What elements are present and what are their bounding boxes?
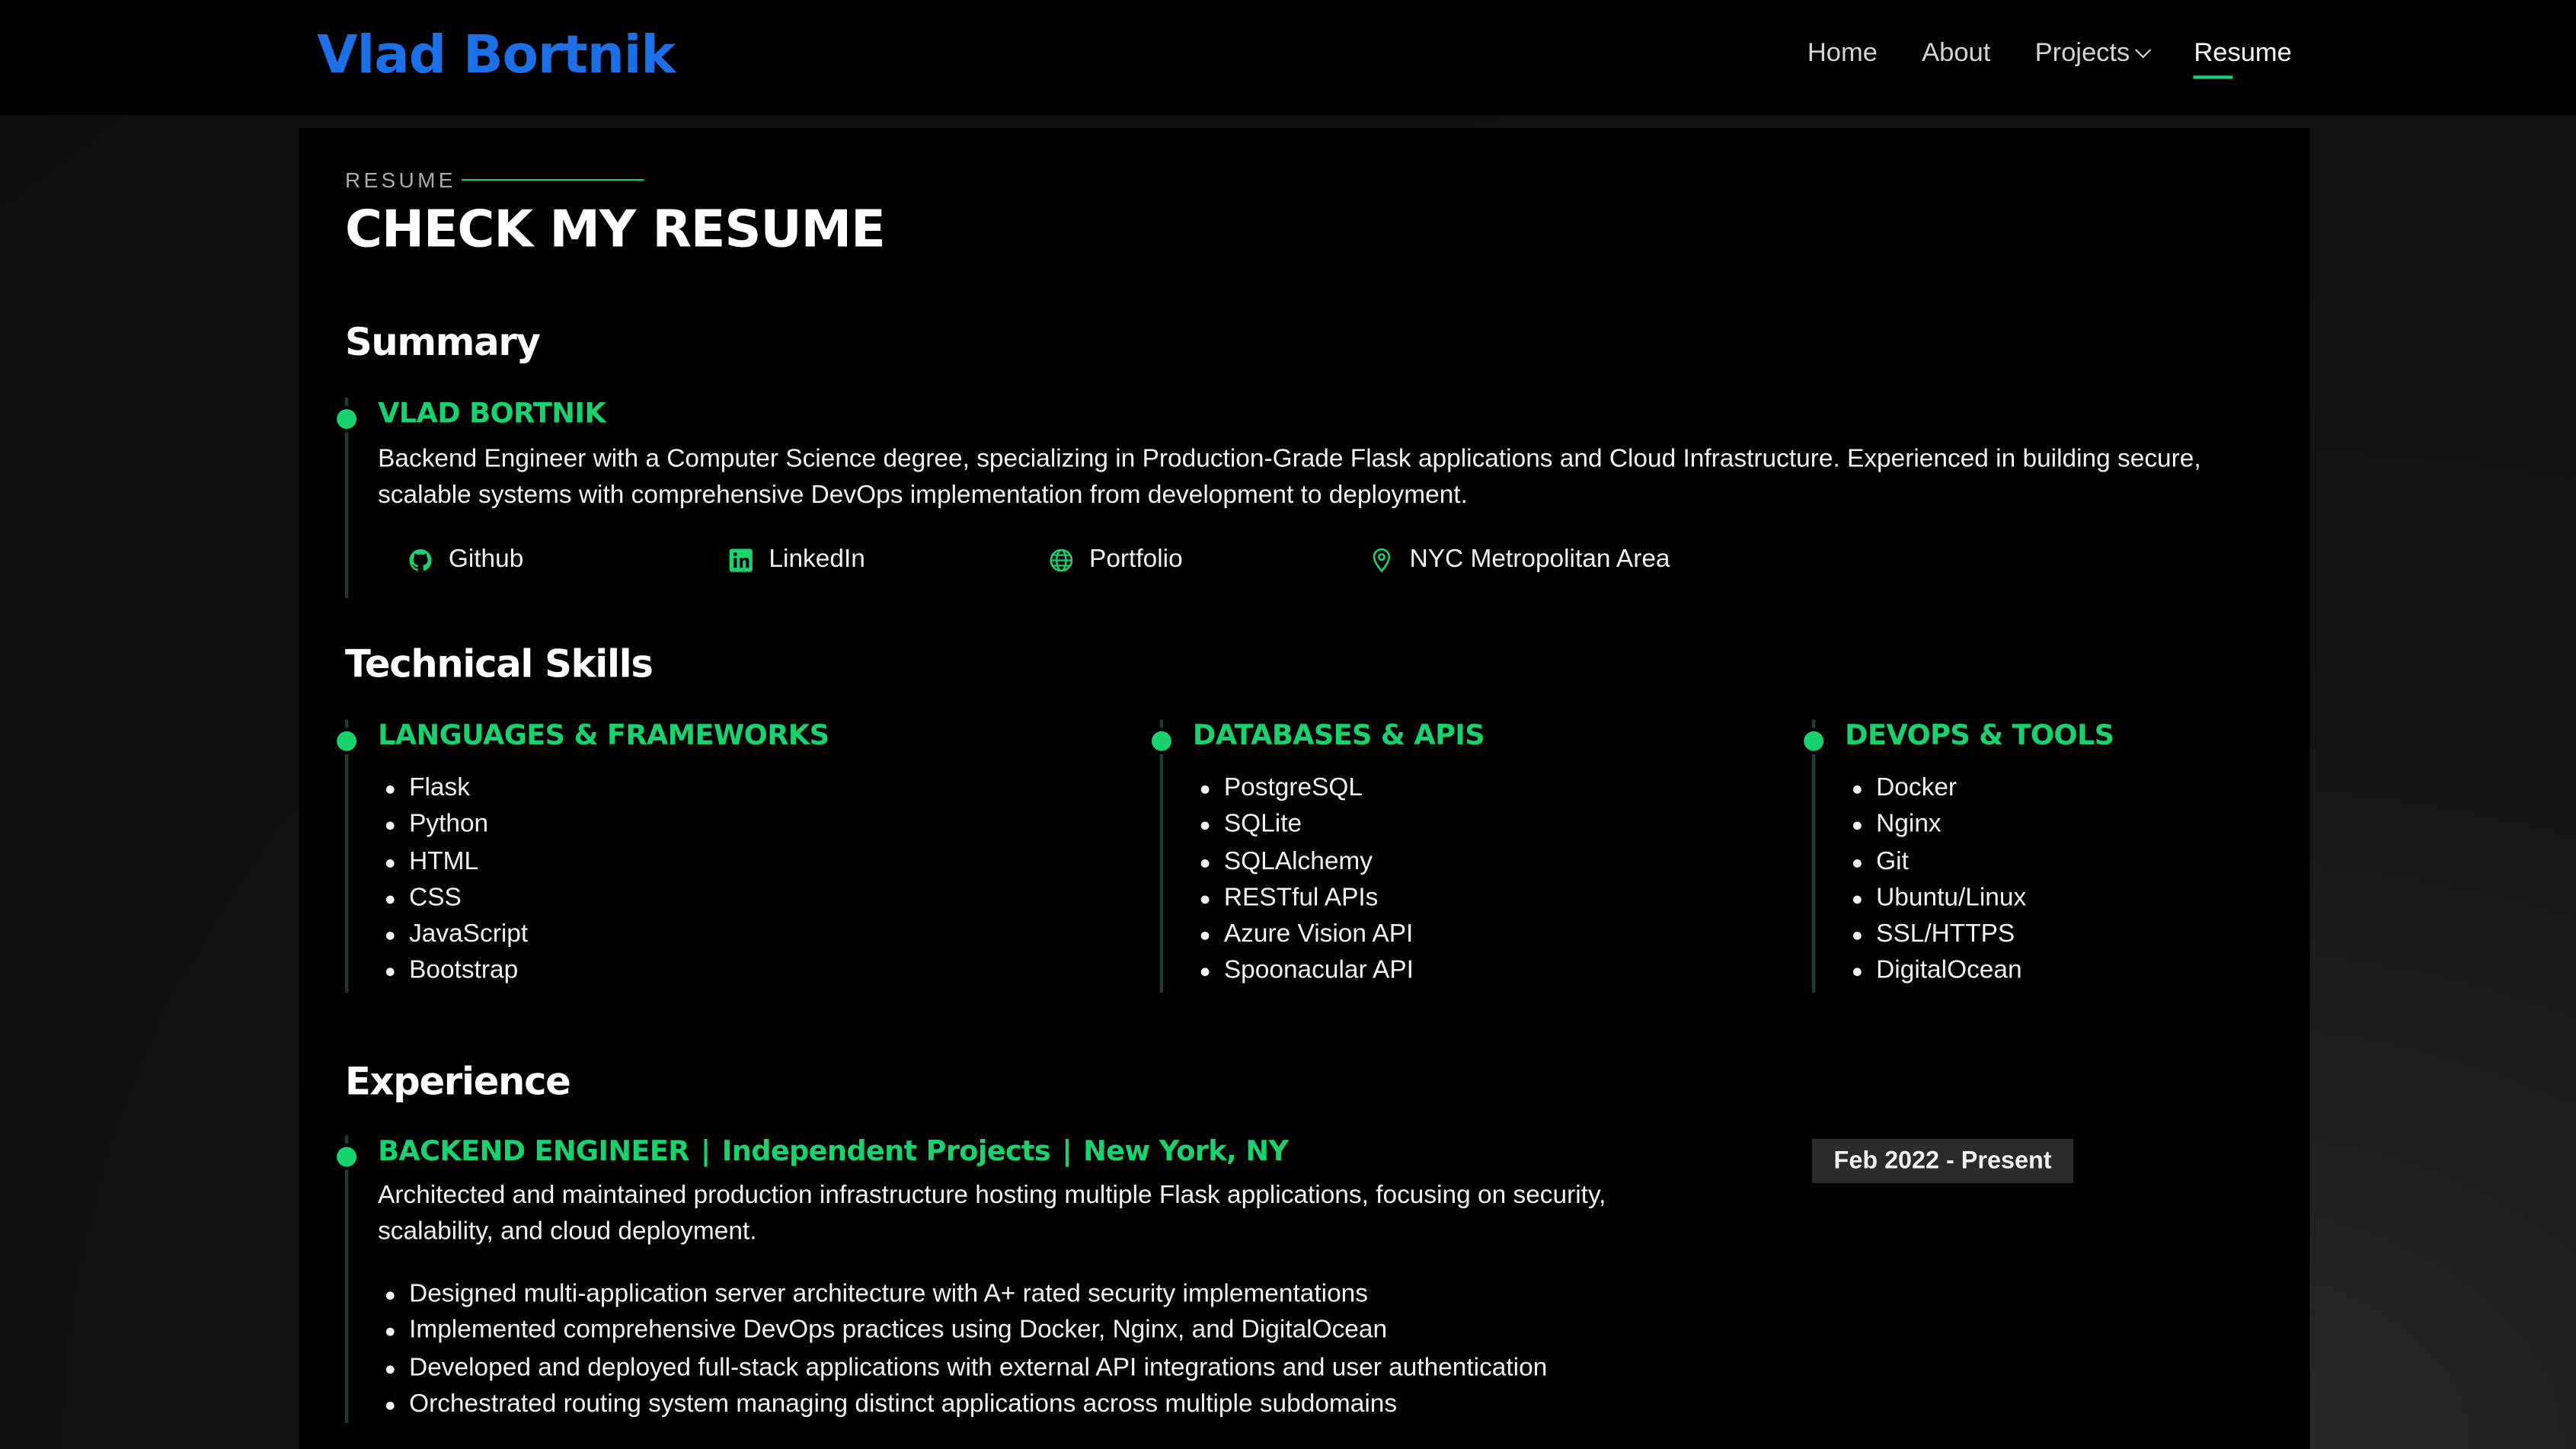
summary-heading: Summary [344,321,541,365]
experience-title: BACKEND ENGINEER | Independent Projects | Ne… [378,1135,1289,1169]
page: Vlad Bortnik Home About Projects Resume … [0,0,2576,1449]
list-item: Docker [1845,771,2026,808]
contact-links: Github LinkedIn Portfolio NYC Metropolit… [407,542,1763,578]
map-pin-icon [1373,548,1391,573]
skills-heading: Technical Skills [344,644,654,687]
list-item: Bootstrap [378,954,528,990]
list-item: Orchestrated routing system managing dis… [378,1387,1547,1423]
summary-item: VLAD BORTNIK Backend Engineer with a Com… [333,397,2254,599]
chevron-down-icon [2135,42,2153,59]
globe-icon [1050,549,1073,572]
title-separator: | [700,1135,711,1169]
list-item: Designed multi-application server archit… [378,1277,1547,1313]
nav-home[interactable]: Home [1807,36,1878,72]
nav-projects-dropdown[interactable]: Projects [2034,36,2153,72]
job-location: New York, NY [1083,1135,1289,1169]
kicker-divider [462,179,644,181]
resume-section: RESUME CHECK MY RESUME Summary VLAD BORT… [299,128,2310,1449]
experience-bullets: Designed multi-application server archit… [378,1277,1547,1423]
list-item: JavaScript [378,917,528,954]
skills-list: Flask Python HTML CSS JavaScript Bootstr… [378,771,528,991]
linkedin-icon [729,549,753,572]
portfolio-label: Portfolio [1089,545,1183,574]
linkedin-link[interactable]: LinkedIn [728,542,1049,578]
site-logo[interactable]: Vlad Bortnik [317,18,676,91]
skills-list: PostgreSQL SQLite SQLAlchemy RESTful API… [1193,771,1414,991]
skills-group-devops: DEVOPS & TOOLS Docker Nginx Git Ubuntu/L… [1800,719,2275,993]
skills-group-title: LANGUAGES & FRAMEWORKS [378,719,829,753]
list-item: Azure Vision API [1193,917,1414,954]
main-nav: Home About Projects Resume [1807,36,2292,79]
list-item: Git [1845,844,2026,881]
list-item: Developed and deployed full-stack applic… [378,1350,1547,1387]
github-icon [409,549,432,571]
list-item: Flask [378,771,528,808]
location-label: NYC Metropolitan Area [1409,545,1670,574]
list-item: SSL/HTTPS [1845,917,2026,954]
list-item: Spoonacular API [1193,954,1414,990]
list-item: Ubuntu/Linux [1845,881,2026,917]
nav-resume[interactable]: Resume [2194,36,2292,79]
skills-group-databases: DATABASES & APIS PostgreSQL SQLite SQLAl… [1148,719,1771,993]
list-item: Implemented comprehensive DevOps practic… [378,1313,1547,1350]
list-item: Python [378,808,528,844]
nav-projects-label: Projects [2034,39,2130,68]
location-info: NYC Metropolitan Area [1369,542,1763,578]
skills-group-title: DATABASES & APIS [1192,719,1485,753]
top-navbar: Vlad Bortnik Home About Projects Resume [0,0,2576,115]
list-item: SQLAlchemy [1193,844,1414,881]
list-item: RESTful APIs [1193,881,1414,917]
experience-item: BACKEND ENGINEER | Independent Projects | Ne… [333,1135,1761,1423]
list-item: SQLite [1193,808,1414,844]
portfolio-link[interactable]: Portfolio [1048,542,1369,578]
skills-list: Docker Nginx Git Ubuntu/Linux SSL/HTTPS … [1845,771,2026,991]
list-item: HTML [378,844,528,881]
section-kicker: RESUME [344,168,456,193]
summary-text: Backend Engineer with a Computer Science… [378,445,2201,510]
job-company: Independent Projects [721,1135,1051,1169]
job-role: BACKEND ENGINEER [378,1135,689,1169]
skills-group-title: DEVOPS & TOOLS [1845,719,2114,753]
list-item: CSS [378,881,528,917]
experience-description: Architected and maintained production in… [378,1181,1606,1246]
list-item: Nginx [1845,808,2026,844]
summary-name: VLAD BORTNIK [378,397,606,431]
date-range-badge: Feb 2022 - Present [1812,1138,2073,1183]
list-item: DigitalOcean [1845,954,2026,990]
title-separator: | [1062,1135,1072,1169]
linkedin-label: LinkedIn [769,545,865,574]
experience-heading: Experience [344,1061,571,1105]
github-link[interactable]: Github [407,542,728,578]
nav-about[interactable]: About [1922,36,1990,72]
page-title: CHECK MY RESUME [344,200,886,260]
github-label: Github [448,545,524,574]
list-item: PostgreSQL [1193,771,1414,808]
skills-group-languages: LANGUAGES & FRAMEWORKS Flask Python HTML… [333,719,1071,993]
